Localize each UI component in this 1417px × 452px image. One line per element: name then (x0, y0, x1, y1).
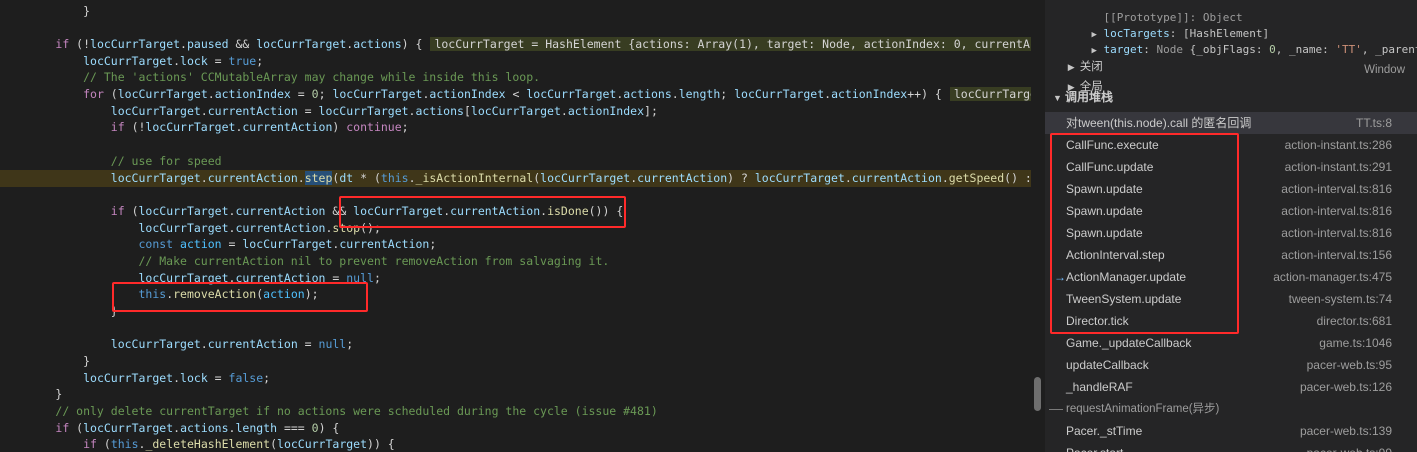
frame-function-name: Spawn.update (1066, 182, 1143, 196)
call-stack-frame[interactable]: CallFunc.execute action-instant.ts:286 (1045, 134, 1417, 156)
editor-scrollbar-thumb[interactable] (1034, 377, 1041, 411)
code-line[interactable]: locCurrTarget.currentAction = locCurrTar… (0, 103, 658, 120)
code-line[interactable]: for (locCurrTarget.actionIndex = 0; locC… (0, 86, 1035, 103)
call-stack-frame[interactable]: ActionInterval.step action-interval.ts:15… (1045, 244, 1417, 266)
frame-function-name: Spawn.update (1066, 204, 1143, 218)
call-stack-frame[interactable]: Director.tick director.ts:681 (1045, 310, 1417, 332)
call-stack-frame[interactable]: Spawn.update action-interval.ts:816 (1045, 222, 1417, 244)
frame-function-name: Pacer.start (1066, 442, 1123, 452)
scope-loc-targets-row[interactable]: ▶ locTargets: [HashElement] (1045, 8, 1270, 40)
code-line[interactable]: locCurrTarget.lock = false; (0, 370, 270, 387)
frame-location[interactable]: action-manager.ts:475 (1273, 266, 1392, 288)
frame-function-name: Pacer._stTime (1066, 424, 1143, 438)
call-stack-frame[interactable]: CallFunc.update action-instant.ts:291 (1045, 156, 1417, 178)
frame-location[interactable]: action-instant.ts:291 (1285, 156, 1392, 178)
call-stack-frame[interactable]: TweenSystem.update tween-system.ts:74 (1045, 288, 1417, 310)
code-line[interactable]: if (locCurrTarget.actions.length === 0) … (0, 420, 339, 437)
triangle-down-icon: ▼ (1053, 93, 1062, 103)
code-line[interactable]: locCurrTarget.lock = true; (0, 53, 263, 70)
frame-location[interactable]: tween-system.ts:74 (1289, 288, 1392, 310)
frame-location[interactable]: pacer-web.ts:139 (1300, 420, 1392, 442)
code-line[interactable]: locCurrTarget.currentAction.stop(); (0, 220, 380, 237)
code-line-current[interactable]: locCurrTarget.currentAction.step(dt * (t… (0, 170, 1035, 187)
frame-location[interactable]: action-instant.ts:286 (1285, 134, 1392, 156)
code-line[interactable]: locCurrTarget.currentAction = null; (0, 336, 353, 353)
code-line[interactable]: if (!locCurrTarget.paused && locCurrTarg… (0, 36, 1035, 53)
call-stack-frame[interactable]: 对tween(this.node).call 的匿名回调 TT.ts:8 (1045, 112, 1417, 134)
frame-function-name: 对tween(this.node).call 的匿名回调 (1066, 116, 1252, 130)
frame-function-name: Spawn.update (1066, 226, 1143, 240)
call-stack-header[interactable]: ▼ 调用堆栈 (1045, 86, 1417, 108)
scope-target-row[interactable]: ▶ target: Node {_objFlags: 0, _name: 'TT'… (1045, 24, 1417, 56)
call-stack-frame[interactable]: Game._updateCallback game.ts:1046 (1045, 332, 1417, 354)
code-line[interactable]: } (0, 353, 90, 370)
code-line[interactable]: if (locCurrTarget.currentAction && locCu… (0, 203, 623, 220)
frame-function-name: Game._updateCallback (1066, 336, 1192, 350)
call-stack-frame[interactable]: updateCallback pacer-web.ts:95 (1045, 354, 1417, 376)
call-stack-frame[interactable]: Spawn.update action-interval.ts:816 (1045, 178, 1417, 200)
frame-function-name: updateCallback (1066, 358, 1149, 372)
scope-global-row[interactable]: ▶ 全局 Window (1045, 62, 1417, 93)
code-line[interactable]: if (this._deleteHashElement(locCurrTarge… (0, 436, 395, 452)
call-stack-frame[interactable]: Spawn.update action-interval.ts:816 (1045, 200, 1417, 222)
frame-location[interactable]: game.ts:1046 (1319, 332, 1392, 354)
code-line[interactable]: // only delete currentTarget if no actio… (0, 403, 657, 420)
code-line[interactable]: locCurrTarget.currentAction = null; (0, 270, 380, 287)
frame-location[interactable]: director.ts:681 (1317, 310, 1392, 332)
frame-function-name: ActionManager.update (1066, 270, 1187, 284)
code-editor[interactable]: } if (!locCurrTarget.paused && locCurrTa… (0, 0, 1035, 452)
code-line[interactable]: this.removeAction(action); (0, 286, 318, 303)
code-line[interactable]: const action = locCurrTarget.currentActi… (0, 236, 436, 253)
call-stack-frame[interactable]: → ActionManager.update action-manager.ts:4… (1045, 266, 1417, 288)
frame-function-name: Director.tick (1066, 314, 1129, 328)
frame-location[interactable]: pacer-web.ts:99 (1307, 442, 1392, 452)
code-line[interactable]: // Make currentAction nil to prevent rem… (0, 253, 609, 270)
frame-function-name: CallFunc.update (1066, 160, 1154, 174)
frame-function-name: _handleRAF (1066, 380, 1133, 394)
code-line[interactable]: } (0, 386, 62, 403)
code-line[interactable]: // The 'actions' CCMutableArray may chan… (0, 69, 540, 86)
frame-location[interactable]: action-interval.ts:816 (1281, 200, 1392, 222)
code-line[interactable]: if (!locCurrTarget.currentAction) contin… (0, 119, 409, 136)
frame-location[interactable]: action-interval.ts:816 (1281, 222, 1392, 244)
code-line[interactable]: // use for speed (0, 153, 222, 170)
arrow-right-icon: → (1054, 270, 1066, 284)
frame-function-name: TweenSystem.update (1066, 292, 1182, 306)
code-line[interactable]: } (0, 3, 90, 20)
call-stack-frame[interactable]: Pacer.start pacer-web.ts:99 (1045, 442, 1417, 452)
scope-closure-row[interactable]: ▶ 关闭 (1045, 42, 1103, 73)
frame-location[interactable]: pacer-web.ts:95 (1307, 354, 1392, 376)
call-stack-frame[interactable]: Pacer._stTime pacer-web.ts:139 (1045, 420, 1417, 442)
frame-location[interactable]: action-interval.ts:156 (1281, 244, 1392, 266)
frame-location[interactable]: TT.ts:8 (1356, 112, 1392, 134)
frame-function-name: ActionInterval.step (1066, 248, 1165, 262)
frame-location[interactable]: pacer-web.ts:126 (1300, 376, 1392, 398)
call-stack-frame[interactable]: _handleRAF pacer-web.ts:126 (1045, 376, 1417, 398)
frame-function-name: CallFunc.execute (1066, 138, 1159, 152)
debug-panel: [[Prototype]]: Object ▶ locTargets: [Hash… (1045, 0, 1417, 452)
async-label: requestAnimationFrame(异步) (1066, 403, 1220, 415)
code-line[interactable]: } (0, 303, 118, 320)
async-boundary: requestAnimationFrame(异步) (1045, 398, 1417, 420)
frame-location[interactable]: action-interval.ts:816 (1281, 178, 1392, 200)
